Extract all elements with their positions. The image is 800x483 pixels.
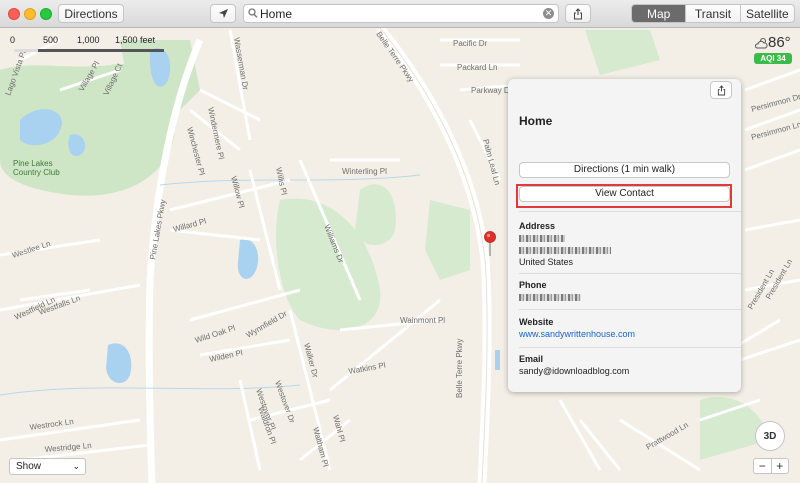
divider [519,347,741,348]
zoom-window-button[interactable] [40,8,52,20]
road-label-packard: Packard Ln [457,63,497,72]
divider [519,273,741,274]
phone-value-redacted[interactable] [519,294,581,302]
share-icon [717,84,725,95]
address-heading: Address [519,221,556,231]
divider [519,211,741,212]
email-heading: Email [519,354,544,364]
chevron-down-icon: ⌄ [72,461,80,471]
road-label-wainmont: Wainmont Pl [400,316,445,325]
current-location-button[interactable] [210,4,236,23]
compass-3d-label: 3D [763,430,777,442]
location-arrow-icon [218,8,228,19]
phone-section: Phone [519,280,730,302]
search-field[interactable]: Home ✕ [243,4,559,23]
map-type-satellite[interactable]: Satellite [739,5,794,22]
road-label-winterling: Winterling Pl [342,167,387,176]
search-input[interactable]: Home [260,7,292,21]
share-button[interactable] [565,4,591,23]
scale-bar-line [14,49,164,52]
clear-search-icon[interactable]: ✕ [543,8,554,19]
road-label-belle-terre-bottom: Belle Terre Pkwy [455,339,464,398]
road-label-parkway: Parkway Dr [471,86,513,95]
email-value[interactable]: sandy@idownloadblog.com [519,366,730,376]
minimize-window-button[interactable] [24,8,36,20]
divider [519,309,741,310]
address-line2-redacted [519,247,611,255]
address-country: United States [519,257,574,267]
view-contact-highlight [516,184,732,208]
poi-label-line2: Country Club [13,168,60,177]
place-share-button[interactable] [710,81,732,99]
directions-button[interactable]: Directions [58,4,124,23]
temperature-label: 86° [768,34,791,51]
map-type-segmented-control: Map Transit Satellite [631,4,795,23]
show-dropdown[interactable]: Show ⌄ [9,458,86,475]
weather-indicator: 86° [754,34,791,51]
poi-pine-lakes-country-club[interactable]: Pine Lakes Country Club [13,159,60,177]
place-card: Home Directions (1 min walk) View Contac… [508,79,741,392]
scale-label-500: 500 [43,35,59,45]
scale-label-1500: 1,500 feet [115,35,156,45]
road-label-pacific: Pacific Dr [453,39,488,48]
cloud-sun-icon [755,37,768,48]
poi-label-line1: Pine Lakes [13,159,53,168]
share-icon [574,7,582,19]
show-dropdown-label: Show [16,461,42,472]
address-section: Address United States [519,221,730,267]
website-section: Website www.sandywrittenhouse.com [519,317,730,339]
map-type-transit[interactable]: Transit [685,5,739,22]
map-type-map[interactable]: Map [632,5,686,22]
compass-3d-button[interactable]: 3D [755,421,785,451]
website-heading: Website [519,317,554,327]
zoom-in-button[interactable]: + [772,459,789,473]
email-section: Email sandy@idownloadblog.com [519,354,730,376]
website-link[interactable]: www.sandywrittenhouse.com [519,329,635,339]
window-toolbar: Directions Home ✕ Map Transit Satellite [0,0,800,28]
directions-walk-button[interactable]: Directions (1 min walk) [519,162,730,178]
scale-label-0: 0 [10,35,16,45]
place-title: Home [519,114,553,128]
aqi-badge: AQI 34 [754,53,792,64]
phone-heading: Phone [519,280,547,290]
zoom-control: − + [753,458,789,474]
address-line1-redacted [519,235,565,243]
close-window-button[interactable] [8,8,20,20]
zoom-out-button[interactable]: − [754,459,772,473]
search-icon [248,8,258,18]
scale-label-1000: 1,000 [77,35,100,45]
